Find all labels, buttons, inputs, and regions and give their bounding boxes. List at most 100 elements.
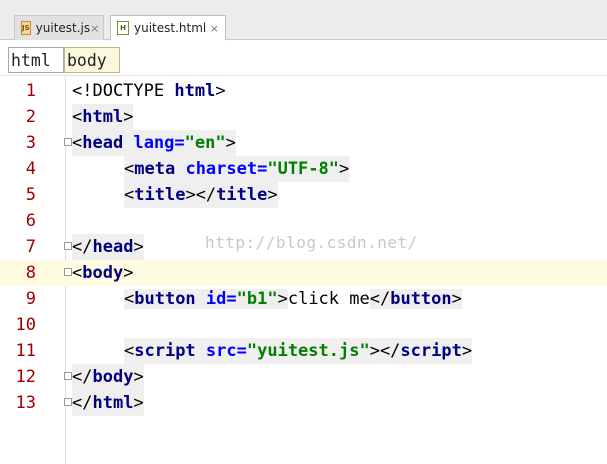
code-token: < <box>72 263 83 283</box>
line-number: 7 <box>25 237 36 257</box>
tab-yuitest-html[interactable]: H yuitest.html × <box>110 15 226 41</box>
code-line-current[interactable]: 8 <body> <box>0 260 607 286</box>
js-file-icon: JS <box>21 21 31 35</box>
code-token: head <box>82 133 124 153</box>
code-token: </ <box>369 289 391 309</box>
code-token: button <box>390 289 452 309</box>
code-line[interactable]: 10 <box>0 312 607 338</box>
code-line[interactable]: 4 <meta charset="UTF-8"> <box>0 156 607 182</box>
tab-yuitest-js[interactable]: JS yuitest.js × <box>14 15 104 40</box>
code-token: html <box>82 107 124 127</box>
code-token: < <box>72 107 83 127</box>
code-token: < <box>124 185 135 205</box>
code-token: < <box>72 133 83 153</box>
code-text: </html> <box>72 390 144 416</box>
code-text: <title></title> <box>124 182 278 208</box>
code-token: src= <box>205 341 247 361</box>
code-token: ></ <box>369 341 401 361</box>
breadcrumb-html[interactable]: html <box>8 47 64 73</box>
code-token: html <box>174 81 216 101</box>
line-number: 5 <box>25 185 36 205</box>
fold-icon[interactable] <box>64 268 72 276</box>
close-icon[interactable]: × <box>210 22 219 35</box>
code-token: "b1" <box>236 289 278 309</box>
code-token: meta <box>134 159 176 179</box>
fold-icon[interactable] <box>64 372 72 380</box>
code-token: script <box>134 341 196 361</box>
line-number: 9 <box>25 289 36 309</box>
code-token: html <box>92 393 134 413</box>
code-token: lang= <box>133 133 185 153</box>
code-line[interactable]: 2 <html> <box>0 104 607 130</box>
fold-icon[interactable] <box>64 138 72 146</box>
code-token: > <box>451 289 462 309</box>
code-token: > <box>133 393 144 413</box>
line-number: 4 <box>25 159 36 179</box>
code-token: < <box>124 341 135 361</box>
fold-icon[interactable] <box>64 242 72 250</box>
code-text: <body> <box>72 260 133 286</box>
code-line[interactable]: 12 </body> <box>0 364 607 390</box>
code-token: </ <box>72 237 93 257</box>
code-token: < <box>124 289 135 309</box>
line-number: 10 <box>15 315 36 335</box>
code-token: > <box>267 185 278 205</box>
line-number: 1 <box>25 81 36 101</box>
line-number: 12 <box>15 367 36 387</box>
code-token: > <box>133 367 144 387</box>
code-text: <button id="b1">click me</button> <box>124 286 462 312</box>
code-token: title <box>216 185 268 205</box>
code-token: head <box>92 237 134 257</box>
code-token: ></ <box>185 185 217 205</box>
code-line[interactable]: 5 <title></title> <box>0 182 607 208</box>
close-icon[interactable]: × <box>90 22 99 35</box>
fold-icon[interactable] <box>64 398 72 406</box>
code-token: body <box>92 367 134 387</box>
line-number: 8 <box>25 263 36 283</box>
code-token: "UTF-8" <box>267 159 339 179</box>
code-text: <meta charset="UTF-8"> <box>124 156 350 182</box>
breadcrumb: html body <box>0 41 607 76</box>
code-text: <head lang="en"> <box>72 130 236 156</box>
line-number: 2 <box>25 107 36 127</box>
tab-label: yuitest.html <box>134 21 207 35</box>
code-token: button <box>134 289 196 309</box>
code-token: click me <box>287 289 370 309</box>
code-token: > <box>461 341 473 361</box>
code-token: > <box>225 133 236 153</box>
breadcrumb-body[interactable]: body <box>64 47 120 73</box>
code-text: <!DOCTYPE html> <box>72 78 226 104</box>
line-number: 13 <box>15 393 36 413</box>
code-token: "yuitest.js" <box>246 341 370 361</box>
code-token: < <box>124 159 135 179</box>
code-text: </head> <box>72 234 144 260</box>
code-token: body <box>82 263 124 283</box>
code-text: <script src="yuitest.js"></script> <box>124 338 473 364</box>
code-token: charset= <box>185 159 268 179</box>
code-line[interactable]: 3 <head lang="en"> <box>0 130 607 156</box>
watermark: http://blog.csdn.net/ <box>205 233 418 252</box>
code-editor[interactable]: 1 <!DOCTYPE html> 2 <html> 3 <head lang=… <box>0 77 607 464</box>
code-token: title <box>134 185 186 205</box>
line-number: 6 <box>25 211 36 231</box>
line-number: 3 <box>25 133 36 153</box>
code-text: <html> <box>72 104 134 130</box>
code-line[interactable]: 6 <box>0 208 607 234</box>
code-token: > <box>123 263 134 283</box>
code-token: > <box>277 289 288 309</box>
code-token: > <box>123 107 134 127</box>
code-token: > <box>215 81 226 101</box>
code-line[interactable]: 9 <button id="b1">click me</button> <box>0 286 607 312</box>
editor-tab-bar: JS yuitest.js × H yuitest.html × <box>0 0 607 41</box>
html-file-icon: H <box>117 21 129 35</box>
code-token: script <box>400 341 462 361</box>
code-token: <!DOCTYPE <box>72 81 175 101</box>
code-line[interactable]: 1 <!DOCTYPE html> <box>0 78 607 104</box>
code-line[interactable]: 11 <script src="yuitest.js"></script> <box>0 338 607 364</box>
code-line[interactable]: 13 </html> <box>0 390 607 416</box>
code-token: </ <box>72 393 93 413</box>
line-number: 11 <box>15 341 36 361</box>
code-token: </ <box>72 367 93 387</box>
